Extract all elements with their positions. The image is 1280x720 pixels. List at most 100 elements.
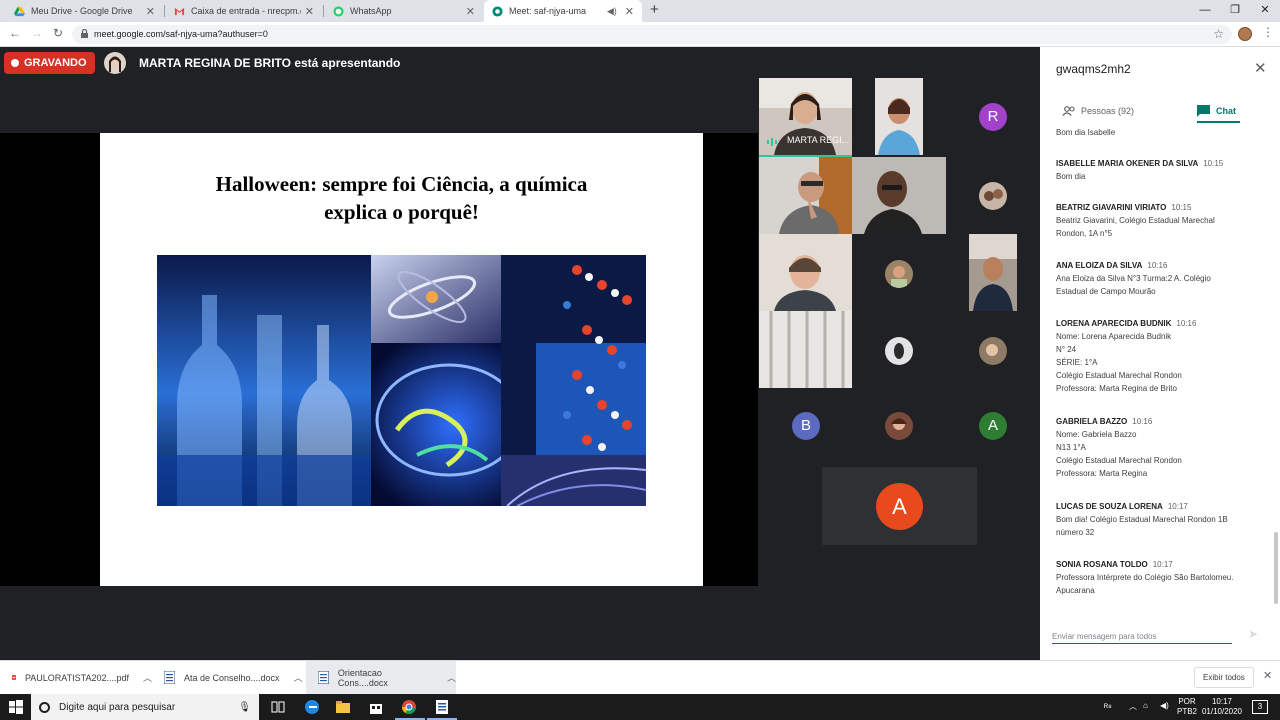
forward-icon[interactable]: → — [31, 26, 43, 40]
task-view-icon[interactable] — [270, 699, 286, 715]
file-explorer-icon[interactable] — [335, 699, 351, 715]
message-time: 10:17 — [1167, 502, 1188, 511]
language-code: POR — [1178, 697, 1196, 706]
tab-close-icon[interactable]: ✕ — [625, 5, 634, 18]
tab-google-drive[interactable]: Meu Drive - Google Drive ✕ — [6, 0, 163, 22]
presenter-avatar — [104, 52, 126, 74]
google-drive-icon — [14, 6, 25, 16]
store-icon[interactable] — [368, 699, 384, 715]
notification-center-icon[interactable]: 3 — [1252, 700, 1268, 714]
chat-scrollbar[interactable] — [1274, 532, 1278, 604]
people-taskbar-icon[interactable]: ᴿ⁸ — [1104, 702, 1112, 712]
participant-tile[interactable]: B — [759, 388, 852, 465]
tab-people[interactable]: Pessoas (92) — [1062, 99, 1134, 123]
volume-icon[interactable]: ◀) — [1160, 701, 1169, 711]
back-icon[interactable]: ← — [9, 26, 21, 40]
participant-avatar — [885, 337, 913, 365]
cortana-icon — [39, 701, 50, 713]
keyboard-layout: PTB2 — [1176, 707, 1197, 716]
meeting-code: gwaqms2mh2 — [1056, 62, 1131, 76]
downloads-bar: PAULORATISTA202....pdf ︿ Ata de Conselho… — [0, 660, 1280, 694]
network-icon[interactable]: ⌂ — [1143, 701, 1148, 711]
participant-tile[interactable] — [759, 157, 852, 234]
participant-tile[interactable] — [852, 234, 946, 311]
participant-tile[interactable] — [852, 78, 946, 155]
word-file-icon — [318, 671, 329, 684]
close-downloads-icon[interactable]: ✕ — [1263, 669, 1272, 682]
tab-title: WhatsApp — [350, 6, 392, 16]
participant-grid: MARTA REGI... R B A A — [759, 78, 1040, 546]
minimize-button[interactable]: — — [1190, 0, 1220, 20]
close-panel-icon[interactable]: ✕ — [1254, 59, 1267, 77]
participant-tile[interactable]: A — [822, 467, 977, 545]
participant-tile[interactable] — [759, 234, 852, 311]
tab-close-icon[interactable]: ✕ — [305, 5, 314, 18]
recording-dot-icon — [11, 59, 19, 67]
chat-message-input[interactable]: Enviar mensagem para todos — [1052, 632, 1232, 644]
tab-chat[interactable]: Chat — [1197, 99, 1236, 123]
tab-close-icon[interactable]: ✕ — [146, 5, 155, 18]
show-hidden-icons[interactable]: ︿ — [1129, 702, 1137, 712]
restore-button[interactable]: ❐ — [1220, 0, 1250, 20]
chevron-up-icon[interactable]: ︿ — [143, 671, 152, 684]
participant-tile[interactable] — [852, 157, 946, 234]
participant-tile-marta[interactable]: MARTA REGI... — [759, 78, 852, 157]
bookmark-star-icon[interactable]: ☆ — [1213, 27, 1224, 41]
message-body: Ana Eloiza da Silva N°3 Turma:2 A. Colég… — [1056, 274, 1211, 296]
tab-gmail[interactable]: Caixa de entrada - nrecpm.eja@g ✕ — [166, 0, 322, 22]
tab-meet[interactable]: Meet: saf-njya-uma ◀) ✕ — [484, 0, 642, 22]
participant-tile[interactable] — [946, 311, 1040, 388]
meet-icon — [492, 5, 503, 17]
message-time: 10:16 — [1176, 319, 1197, 328]
download-item[interactable]: Orientacao Cons....docx ︿ — [306, 661, 456, 694]
reload-icon[interactable]: ↻ — [53, 26, 63, 40]
chevron-up-icon[interactable]: ︿ — [447, 671, 456, 684]
participant-tile[interactable]: A — [946, 388, 1040, 465]
chrome-icon[interactable] — [401, 699, 417, 715]
new-tab-button[interactable]: + — [650, 1, 659, 18]
message-sender: LORENA APARECIDA BUDNIK — [1056, 319, 1172, 328]
windows-start-icon[interactable] — [8, 699, 24, 715]
presentation-slide: Halloween: sempre foi Ciência, a química… — [100, 133, 703, 586]
tab-close-icon[interactable]: ✕ — [466, 5, 475, 18]
participant-tile[interactable] — [946, 157, 1040, 234]
edge-icon[interactable] — [304, 699, 320, 715]
microphone-icon[interactable]: 🎙 — [238, 702, 251, 713]
taskbar-search-box[interactable]: Digite aqui para pesquisar 🎙 — [31, 694, 259, 720]
word-app-icon[interactable] — [434, 699, 450, 715]
url-field[interactable]: meet.google.com/saf-njya-uma?authuser=0 … — [72, 25, 1232, 44]
tab-audio-icon[interactable]: ◀) — [607, 6, 617, 17]
download-item[interactable]: Ata de Conselho....docx ︿ — [152, 661, 304, 694]
people-icon — [1062, 106, 1075, 116]
participant-avatar: B — [792, 412, 820, 440]
download-item[interactable]: PAULORATISTA202....pdf ︿ — [0, 661, 152, 694]
close-window-button[interactable]: ✕ — [1250, 0, 1280, 20]
participant-tile[interactable] — [759, 311, 852, 388]
participant-avatar: A — [979, 412, 1007, 440]
participant-tile[interactable]: R — [946, 78, 1040, 155]
participant-avatar — [979, 337, 1007, 365]
url-text: meet.google.com/saf-njya-uma?authuser=0 — [94, 29, 268, 39]
recording-label: GRAVANDO — [24, 57, 87, 69]
browser-menu-icon[interactable]: ⋮ — [1262, 25, 1274, 39]
message-time: 10:16 — [1147, 261, 1168, 270]
chevron-up-icon[interactable]: ︿ — [294, 671, 303, 684]
people-tab-label: Pessoas (92) — [1081, 106, 1135, 116]
browser-tab-strip: Meu Drive - Google Drive ✕ Caixa de entr… — [0, 0, 1280, 22]
tab-title: Caixa de entrada - nrecpm.eja@g — [191, 6, 301, 16]
windows-taskbar: Digite aqui para pesquisar 🎙 ᴿ⁸ ︿ ⌂ ◀) P… — [0, 694, 1280, 720]
participant-tile[interactable] — [852, 311, 946, 388]
input-language[interactable]: POR PTB2 — [1174, 697, 1200, 717]
active-tab-indicator — [1197, 121, 1240, 123]
message-sender: LUCAS DE SOUZA LORENA — [1056, 502, 1163, 511]
participant-name: MARTA REGI... — [787, 135, 850, 145]
clock-time: 10:17 — [1211, 697, 1233, 706]
clock[interactable]: 10:17 01/10/2020 — [1200, 697, 1244, 717]
send-icon[interactable]: ➤ — [1248, 627, 1258, 641]
participant-tile[interactable] — [946, 234, 1040, 311]
tab-whatsapp[interactable]: WhatsApp ✕ — [325, 0, 483, 22]
profile-avatar[interactable] — [1238, 27, 1252, 41]
show-all-downloads-button[interactable]: Exibir todos — [1194, 667, 1254, 688]
participant-tile[interactable] — [852, 388, 946, 465]
chat-message: ISABELLE MARIA OKENER DA SILVA 10:15 Bom … — [1056, 157, 1272, 183]
